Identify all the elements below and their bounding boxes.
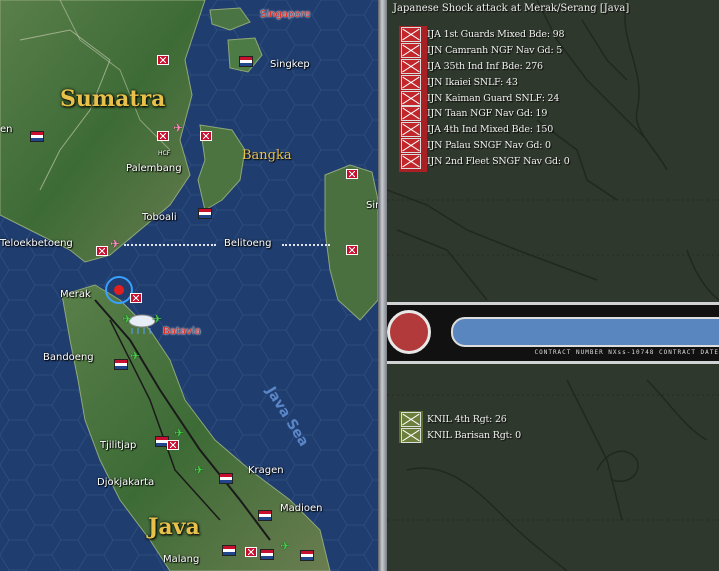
unit-label: IJN Camranh NGF Nav Gd: 5 <box>427 45 563 57</box>
infantry-unit-icon <box>401 428 421 444</box>
unit-label: IJN 2nd Fleet SNGF Nav Gd: 0 <box>427 155 570 167</box>
airplane-icon[interactable]: ✈ <box>130 350 140 362</box>
defender-unit-row[interactable]: KNIL 4th Rgt: 26 <box>401 412 521 428</box>
infantry-unit-icon <box>401 412 421 428</box>
unit-label: IJA 1st Guards Mixed Bde: 98 <box>427 29 565 41</box>
allied-base-flag[interactable] <box>258 510 272 521</box>
airplane-icon[interactable]: ✈ <box>110 238 120 250</box>
allied-base-flag[interactable] <box>300 550 314 561</box>
infantry-unit-icon <box>401 58 421 74</box>
label-bandoeng[interactable]: Bandoeng <box>43 352 94 363</box>
label-merak[interactable]: Merak <box>60 289 91 300</box>
infantry-unit-icon <box>401 122 421 138</box>
combat-report-title: Japanese Shock attack at Merak/Serang [J… <box>393 3 630 14</box>
attacker-unit-row[interactable]: IJN Camranh NGF Nav Gd: 5 <box>401 43 570 59</box>
unit-label: IJN Palau SNGF Nav Gd: 0 <box>427 139 551 151</box>
map-terrain <box>0 0 378 571</box>
japanese-unit-counter[interactable] <box>130 293 142 303</box>
banner-bar <box>451 317 719 347</box>
contract-banner: CONTRACT NUMBER NXss-10748 CONTRACT DATE <box>387 302 719 364</box>
label-edge-en: en <box>0 124 13 135</box>
label-hcf: HCF <box>158 150 171 157</box>
defender-unit-row[interactable]: KNIL Barisan Rgt: 0 <box>401 428 521 444</box>
japanese-unit-counter[interactable] <box>96 246 108 256</box>
banner-text: CONTRACT NUMBER NXss-10748 CONTRACT DATE <box>534 349 719 356</box>
defender-unit-list: KNIL 4th Rgt: 26 KNIL Barisan Rgt: 0 <box>399 411 521 444</box>
infantry-unit-icon <box>401 43 421 59</box>
label-kragen[interactable]: Kragen <box>248 465 284 476</box>
label-java: Java <box>148 514 200 540</box>
infantry-unit-icon <box>401 90 421 106</box>
label-djokjakarta[interactable]: Djokjakarta <box>97 477 154 488</box>
strategic-map[interactable]: Sumatra Java Bangka Singapore Singkep Pa… <box>0 0 378 571</box>
attacker-unit-row[interactable]: IJA 4th Ind Mixed Bde: 150 <box>401 122 570 138</box>
label-bangka: Bangka <box>242 148 292 163</box>
infantry-unit-icon <box>401 106 421 122</box>
banner-seal-icon <box>387 310 431 354</box>
airplane-icon[interactable]: ✈ <box>194 464 204 476</box>
airplane-icon[interactable]: ✈ <box>152 313 162 325</box>
combat-report-panel: Japanese Shock attack at Merak/Serang [J… <box>387 0 719 571</box>
unit-label: IJN Kaiman Guard SNLF: 24 <box>427 92 560 104</box>
attacker-unit-row[interactable]: IJA 35th Ind Inf Bde: 276 <box>401 58 570 75</box>
japanese-unit-counter[interactable] <box>157 55 169 65</box>
label-batavia[interactable]: Batavia <box>163 326 201 337</box>
japanese-unit-counter[interactable] <box>157 131 169 141</box>
allied-base-flag[interactable] <box>239 56 253 67</box>
allied-base-flag[interactable] <box>30 131 44 142</box>
label-teloekbetoeng[interactable]: Teloekbetoeng <box>0 238 73 249</box>
unit-label: KNIL 4th Rgt: 26 <box>427 414 507 426</box>
japanese-unit-counter[interactable] <box>167 440 179 450</box>
allied-base-flag[interactable] <box>219 473 233 484</box>
attacker-unit-row[interactable]: IJA 1st Guards Mixed Bde: 98 <box>401 27 570 43</box>
allied-base-flag[interactable] <box>114 359 128 370</box>
unit-label: KNIL Barisan Rgt: 0 <box>427 430 521 442</box>
pane-divider[interactable] <box>378 0 387 571</box>
label-palembang[interactable]: Palembang <box>126 163 182 174</box>
japanese-unit-counter[interactable] <box>200 131 212 141</box>
attacker-unit-row[interactable]: IJN Kaiman Guard SNLF: 24 <box>401 90 570 106</box>
attacker-unit-row[interactable]: IJN Taan NGF Nav Gd: 19 <box>401 106 570 122</box>
attacker-unit-list: IJA 1st Guards Mixed Bde: 98 IJN Camranh… <box>399 25 570 173</box>
label-singapore[interactable]: Singapore <box>260 9 310 20</box>
label-sumatra: Sumatra <box>60 86 166 112</box>
airplane-icon[interactable]: ✈ <box>122 313 132 325</box>
game-screen: Sumatra Java Bangka Singapore Singkep Pa… <box>0 0 719 571</box>
label-tjilitjap[interactable]: Tjilitjap <box>100 440 136 451</box>
airplane-icon[interactable]: ✈ <box>280 540 290 552</box>
infantry-unit-icon <box>401 137 421 153</box>
attacker-unit-row[interactable]: IJN Palau SNGF Nav Gd: 0 <box>401 137 570 154</box>
label-belitoeng[interactable]: Belitoeng <box>224 238 271 249</box>
airplane-icon[interactable]: ✈ <box>174 427 184 439</box>
route-line <box>124 244 216 246</box>
japanese-unit-counter[interactable] <box>245 547 257 557</box>
allied-base-flag[interactable] <box>222 545 236 556</box>
label-toboali[interactable]: Toboali <box>142 212 177 223</box>
unit-label: IJA 4th Ind Mixed Bde: 150 <box>427 124 554 136</box>
label-malang[interactable]: Malang <box>163 554 199 565</box>
unit-label: IJN Ikaiei SNLF: 43 <box>427 76 518 88</box>
japanese-unit-counter[interactable] <box>346 169 358 179</box>
label-singkep[interactable]: Singkep <box>270 59 310 70</box>
infantry-unit-icon <box>401 74 421 90</box>
infantry-unit-icon <box>401 153 421 169</box>
label-edge-sir: Sir <box>366 200 378 211</box>
attacker-unit-row[interactable]: IJN Ikaiei SNLF: 43 <box>401 74 570 90</box>
infantry-unit-icon <box>401 27 421 43</box>
allied-base-flag[interactable] <box>260 549 274 560</box>
unit-label: IJA 35th Ind Inf Bde: 276 <box>427 60 543 72</box>
route-line <box>282 244 330 246</box>
label-madioen[interactable]: Madioen <box>280 503 323 514</box>
airplane-icon[interactable]: ✈ <box>173 122 183 134</box>
unit-label: IJN Taan NGF Nav Gd: 19 <box>427 108 548 120</box>
allied-base-flag[interactable] <box>198 208 212 219</box>
attacker-unit-row[interactable]: IJN 2nd Fleet SNGF Nav Gd: 0 <box>401 153 570 169</box>
japanese-unit-counter[interactable] <box>346 245 358 255</box>
